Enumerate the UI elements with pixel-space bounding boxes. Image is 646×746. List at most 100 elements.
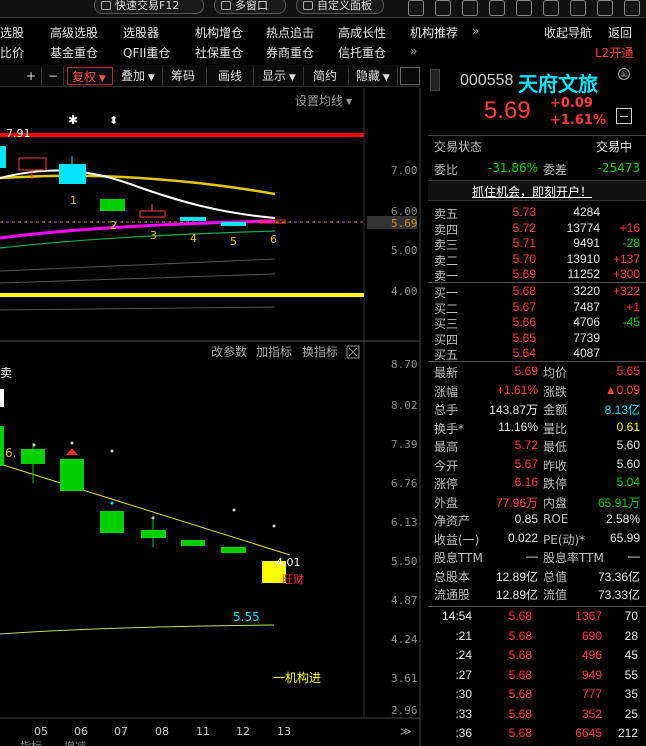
nav-growth[interactable]: 高成长性 bbox=[338, 24, 386, 41]
divider bbox=[428, 606, 646, 607]
display-dropdown[interactable]: 显示 ▼ bbox=[258, 67, 304, 85]
candle-number: 6 bbox=[270, 233, 277, 246]
sub-dot bbox=[110, 501, 114, 505]
l2-open-link[interactable]: L2开通 bbox=[595, 44, 633, 61]
refresh-icon[interactable] bbox=[570, 0, 586, 16]
book-volume: 7487 bbox=[573, 299, 600, 314]
sub-bar bbox=[221, 547, 246, 553]
info-icon[interactable]: ① bbox=[618, 68, 630, 80]
back-icon[interactable] bbox=[435, 0, 451, 16]
minus-icon[interactable] bbox=[616, 108, 632, 124]
collapse-handle[interactable] bbox=[430, 69, 440, 91]
stat-label: 最新 bbox=[434, 366, 459, 380]
fuquan-dropdown[interactable]: 复权 ▼ bbox=[67, 67, 113, 85]
nav-broker[interactable]: 券商重仓 bbox=[266, 44, 314, 61]
window-control-icon[interactable] bbox=[624, 0, 640, 16]
tick-count: 28 bbox=[624, 628, 638, 643]
nav-picker[interactable]: 选股器 bbox=[123, 24, 159, 41]
candle-number: 3 bbox=[150, 229, 157, 242]
date-tick: 06 bbox=[74, 725, 88, 738]
book-volume: 3220 bbox=[573, 284, 600, 298]
stat-value: 8.13亿 bbox=[604, 403, 640, 417]
grid-icon[interactable] bbox=[543, 0, 559, 16]
sub-tick: 6.13 bbox=[391, 516, 418, 529]
nav-fund-heavy[interactable]: 基金重仓 bbox=[50, 44, 98, 61]
tab-change[interactable]: 增减 bbox=[64, 739, 86, 746]
custom-board-button[interactable]: 自定义面板 bbox=[296, 0, 384, 14]
more-chevron-icon[interactable]: » bbox=[472, 24, 479, 38]
stock-name: 天府文旅 bbox=[518, 72, 598, 96]
date-tick: 07 bbox=[114, 725, 128, 738]
nav-hotspot[interactable]: 热点追击 bbox=[266, 24, 314, 41]
sub-ma-line bbox=[0, 624, 275, 635]
stat-value: 6.16 bbox=[514, 475, 538, 489]
tick-count: 55 bbox=[624, 667, 638, 682]
nav-inst-rec[interactable]: 机构推荐 bbox=[410, 24, 458, 41]
tab-indicator[interactable]: 指标 bbox=[20, 739, 42, 746]
change-params-button[interactable]: 改参数 bbox=[211, 344, 247, 359]
up-icon[interactable] bbox=[489, 0, 505, 16]
fullscreen-icon[interactable] bbox=[400, 67, 420, 85]
book-price: 5.73 bbox=[512, 205, 536, 219]
forward-icon[interactable] bbox=[516, 0, 532, 16]
stat-label: 净资产 bbox=[434, 514, 471, 528]
chevron-down-icon: ▼ bbox=[96, 74, 106, 84]
add-indicator-button[interactable]: 加指标 bbox=[256, 344, 292, 359]
stat-value: 0.85 bbox=[514, 512, 538, 526]
zoom-out-button[interactable]: − bbox=[44, 67, 64, 85]
stat-value: 73.33亿 bbox=[597, 588, 640, 602]
nav-xuangu[interactable]: 选股 bbox=[0, 24, 24, 41]
price-change: +0.09 bbox=[550, 96, 593, 111]
scroll-icon[interactable]: ≫ bbox=[400, 725, 412, 738]
tick-time: :24 bbox=[455, 648, 472, 662]
status-value: 交易中 bbox=[596, 140, 633, 154]
list-icon[interactable] bbox=[597, 0, 613, 16]
date-tick: 11 bbox=[196, 725, 210, 738]
chips-button[interactable]: 筹码 bbox=[167, 67, 207, 85]
nav-social[interactable]: 社保重仓 bbox=[195, 44, 243, 61]
quick-trade-button[interactable]: 快速交易F12 bbox=[94, 0, 204, 14]
draw-line-button[interactable]: 画线 bbox=[214, 67, 254, 85]
promo-link[interactable]: 抓住机会，即刻开户！ bbox=[472, 183, 592, 200]
stat-label: 最高 bbox=[434, 440, 459, 454]
last-price: 5.69 bbox=[484, 97, 531, 124]
chevron-down-icon: ▼ bbox=[145, 73, 155, 83]
nav-trust[interactable]: 信托重仓 bbox=[338, 44, 386, 61]
nav-qfii[interactable]: QFII重仓 bbox=[123, 44, 170, 61]
nav-bijia[interactable]: 比价 bbox=[0, 44, 24, 61]
book-change: +322 bbox=[612, 284, 640, 298]
multi-window-button[interactable]: 多窗口 bbox=[214, 0, 286, 14]
kline-chart[interactable]: 7.91 ✱ ⬍ 1 2 3 4 5 6 7.00 6.00 5.69 5.00… bbox=[0, 88, 424, 746]
menu-icon[interactable] bbox=[408, 0, 424, 16]
star-icon: ✱ bbox=[68, 113, 78, 127]
sub-label-left: 卖 bbox=[0, 366, 12, 380]
switch-indicator-button[interactable]: 换指标 bbox=[302, 344, 338, 359]
more-chevron-icon[interactable]: » bbox=[410, 44, 417, 58]
back-button[interactable]: 返回 bbox=[608, 24, 632, 41]
stat-label: 最低 bbox=[543, 440, 568, 454]
book-label: 买三 bbox=[434, 317, 459, 331]
stat-value: 5.04 bbox=[616, 475, 640, 489]
book-price: 5.66 bbox=[512, 315, 536, 329]
divider bbox=[428, 135, 646, 136]
sub-dot bbox=[151, 516, 155, 520]
set-ma-button[interactable]: 设置均线 bbox=[295, 94, 343, 108]
nav-advanced-pick[interactable]: 高级选股 bbox=[50, 24, 98, 41]
nav-inst-add[interactable]: 机构增仓 bbox=[195, 24, 243, 41]
tick-time: 14:54 bbox=[441, 609, 472, 623]
divider bbox=[428, 361, 646, 362]
book-volume: 13774 bbox=[566, 220, 600, 235]
collapse-nav-button[interactable]: 收起导航 bbox=[544, 24, 592, 41]
stat-label: 金额 bbox=[543, 403, 568, 417]
overlay-dropdown[interactable]: 叠加 ▼ bbox=[117, 67, 163, 85]
simple-button[interactable]: 简约 bbox=[309, 67, 349, 85]
sub-bar bbox=[60, 459, 84, 491]
stat-label: 内盘 bbox=[543, 495, 568, 510]
home-icon[interactable] bbox=[462, 0, 478, 16]
zoom-in-button[interactable]: + bbox=[22, 67, 42, 85]
updown-icon: ⬍ bbox=[109, 114, 118, 127]
hide-dropdown[interactable]: 隐藏 ▼ bbox=[352, 67, 398, 85]
stat-value: 2.58% bbox=[605, 512, 640, 526]
tick-count: 212 bbox=[617, 726, 638, 740]
top-bar: 快速交易F12 多窗口 自定义面板 bbox=[0, 0, 646, 18]
